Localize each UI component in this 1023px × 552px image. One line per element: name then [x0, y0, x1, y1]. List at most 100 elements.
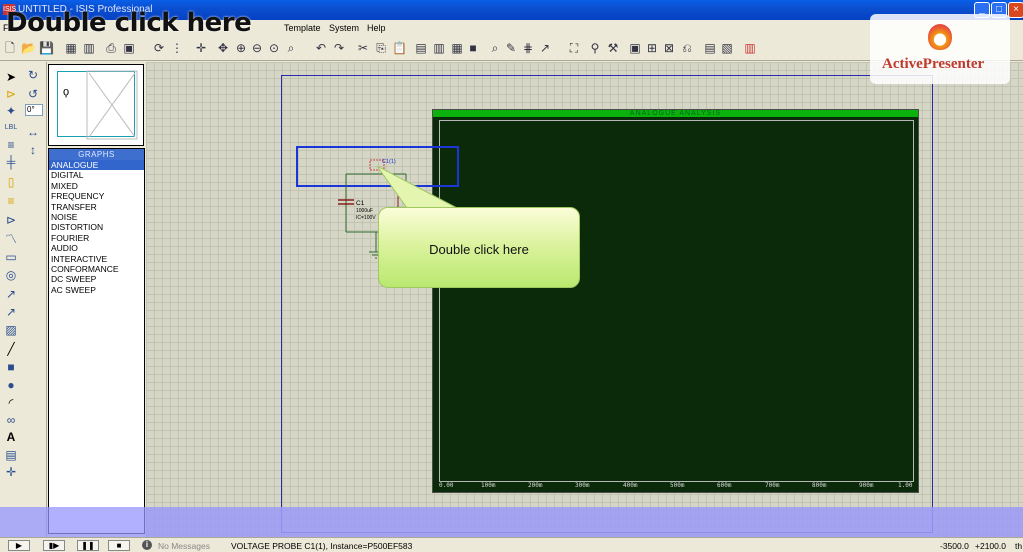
bom-icon[interactable]: ▤ [703, 41, 717, 55]
bus-mode-icon[interactable]: ╪ [4, 155, 18, 169]
activepresenter-watermark: ActivePresenter [870, 14, 1010, 84]
voltage-probe-mode-icon[interactable]: ↗ [4, 287, 18, 301]
redo-icon[interactable]: ↷ [332, 41, 346, 55]
junction-mode-icon[interactable]: ✦ [4, 104, 18, 118]
zoom-in-icon[interactable]: ⊕ [234, 41, 248, 55]
copy-icon[interactable]: ⎘ [374, 41, 388, 55]
export-icon[interactable]: ▥ [82, 41, 96, 55]
erc-icon[interactable]: ▧ [720, 41, 734, 55]
pick-device-icon[interactable]: ⌕ [488, 41, 502, 55]
exit-sheet-icon[interactable]: ⎌ [680, 41, 694, 55]
search-tag-icon[interactable]: ⚲ [588, 41, 602, 55]
path-tool-icon[interactable]: ∞ [4, 413, 18, 427]
decompose-icon[interactable]: ↗ [538, 41, 552, 55]
zoom-all-icon[interactable]: ⊙ [267, 41, 281, 55]
device-pins-mode-icon[interactable]: ⊳ [4, 213, 18, 227]
step-button[interactable]: ▮▶ [43, 540, 65, 551]
graph-type-ac-sweep[interactable]: AC SWEEP [49, 285, 144, 295]
block-move-icon[interactable]: ▥ [432, 41, 446, 55]
packaging-icon[interactable]: ⋕ [521, 41, 535, 55]
menu-help[interactable]: Help [367, 23, 386, 33]
terminals-mode-icon[interactable]: ≡ [4, 194, 18, 208]
graph-type-noise[interactable]: NOISE [49, 212, 144, 222]
messages-status[interactable]: No Messages [158, 541, 210, 551]
capacitor-value: 1000uF [356, 208, 373, 214]
paste-icon[interactable]: 📋 [392, 41, 407, 55]
new-file-icon[interactable]: 🗋 [3, 41, 17, 55]
selection-mode-icon[interactable]: ➤ [4, 70, 18, 84]
graph-type-mixed[interactable]: MIXED [49, 181, 144, 191]
area-icon[interactable]: ▣ [122, 41, 136, 55]
rotate-anticlockwise-icon[interactable]: ↺ [26, 87, 40, 101]
analogue-analysis-graph[interactable]: ANALOGUE ANALYSIS 0.00 100m 200m 300m 40… [432, 109, 919, 493]
new-sheet-icon[interactable]: ▣ [628, 41, 642, 55]
remove-sheet-icon[interactable]: ⊠ [662, 41, 676, 55]
add-sheet-icon[interactable]: ⊞ [645, 41, 659, 55]
symbol-tool-icon[interactable]: ▤ [4, 448, 18, 462]
open-file-icon[interactable]: 📂 [21, 41, 36, 55]
menu-template[interactable]: Template [284, 23, 321, 33]
component-mode-icon[interactable]: ⊳ [4, 87, 18, 101]
mirror-vertical-icon[interactable]: ↕ [26, 143, 40, 157]
graph-type-dc-sweep[interactable]: DC SWEEP [49, 274, 144, 284]
arc-tool-icon[interactable]: ◜ [4, 396, 18, 410]
import-icon[interactable]: ▦ [64, 41, 78, 55]
graph-type-distortion[interactable]: DISTORTION [49, 222, 144, 232]
graph-type-digital[interactable]: DIGITAL [49, 170, 144, 180]
rotate-clockwise-icon[interactable]: ↻ [26, 68, 40, 82]
instruction-callout: Double click here [378, 207, 580, 288]
x-tick: 100m [481, 482, 496, 489]
property-tool-icon[interactable]: ⚒ [606, 41, 620, 55]
redraw-icon[interactable]: ⟳ [152, 41, 166, 55]
circle-tool-icon[interactable]: ● [4, 378, 18, 392]
x-tick: 800m [812, 482, 827, 489]
wire-label-mode-icon[interactable]: LBL [4, 121, 18, 135]
box-tool-icon[interactable]: ■ [4, 360, 18, 374]
overview-window[interactable]: ϙ [48, 64, 144, 146]
origin-icon[interactable]: ✛ [194, 41, 208, 55]
undo-icon[interactable]: ↶ [314, 41, 328, 55]
print-icon[interactable]: ⎙ [104, 41, 118, 55]
cut-icon[interactable]: ✂ [356, 41, 370, 55]
grid-icon[interactable]: ⋮ [170, 41, 184, 55]
graph-type-transfer[interactable]: TRANSFER [49, 202, 144, 212]
text-tool-icon[interactable]: A [4, 430, 18, 444]
pan-icon[interactable]: ✥ [216, 41, 230, 55]
graph-type-analogue[interactable]: ANALOGUE [49, 160, 144, 171]
graph-mode-icon[interactable]: 〽 [4, 232, 18, 246]
block-delete-icon[interactable]: ■ [466, 41, 480, 55]
block-copy-icon[interactable]: ▤ [414, 41, 428, 55]
line-tool-icon[interactable]: ╱ [4, 342, 18, 356]
zoom-area-icon[interactable]: ⌕ [284, 41, 298, 55]
text-script-mode-icon[interactable]: ≡ [4, 138, 18, 152]
generator-mode-icon[interactable]: ◎ [4, 268, 18, 282]
block-rotate-icon[interactable]: ▦ [450, 41, 464, 55]
virtual-instruments-mode-icon[interactable]: ▨ [4, 323, 18, 337]
graph-title: ANALOGUE ANALYSIS [433, 110, 918, 117]
pause-button[interactable]: ❚❚ [77, 540, 99, 551]
make-device-icon[interactable]: ✎ [504, 41, 518, 55]
current-probe-mode-icon[interactable]: ↗ [4, 305, 18, 319]
svg-text:ϙ: ϙ [63, 86, 69, 98]
wire-autorouter-icon[interactable]: ⛶ [567, 41, 581, 55]
graph-type-frequency[interactable]: FREQUENCY [49, 191, 144, 201]
graph-type-audio[interactable]: AUDIO [49, 243, 144, 253]
x-tick: 200m [528, 482, 543, 489]
save-icon[interactable]: 💾 [39, 41, 54, 55]
graph-type-fourier[interactable]: FOURIER [49, 233, 144, 243]
graph-type-conformance[interactable]: CONFORMANCE [49, 264, 144, 274]
rotation-angle-field[interactable]: 0° [25, 104, 43, 116]
menu-system[interactable]: System [329, 23, 359, 33]
graph-type-interactive[interactable]: INTERACTIVE [49, 254, 144, 264]
play-button[interactable]: ▶ [8, 540, 30, 551]
stop-button[interactable]: ■ [108, 540, 130, 551]
close-button[interactable]: × [1008, 2, 1023, 18]
mirror-horizontal-icon[interactable]: ↔ [26, 125, 40, 139]
subcircuit-mode-icon[interactable]: ▯ [4, 175, 18, 189]
zoom-out-icon[interactable]: ⊖ [250, 41, 264, 55]
graph-plot-area [439, 120, 914, 482]
marker-tool-icon[interactable]: ✛ [4, 465, 18, 479]
schematic-canvas[interactable]: ANALOGUE ANALYSIS 0.00 100m 200m 300m 40… [146, 62, 1023, 537]
netlist-ares-icon[interactable]: ▥ [743, 41, 757, 55]
tape-recorder-mode-icon[interactable]: ▭ [4, 250, 18, 264]
